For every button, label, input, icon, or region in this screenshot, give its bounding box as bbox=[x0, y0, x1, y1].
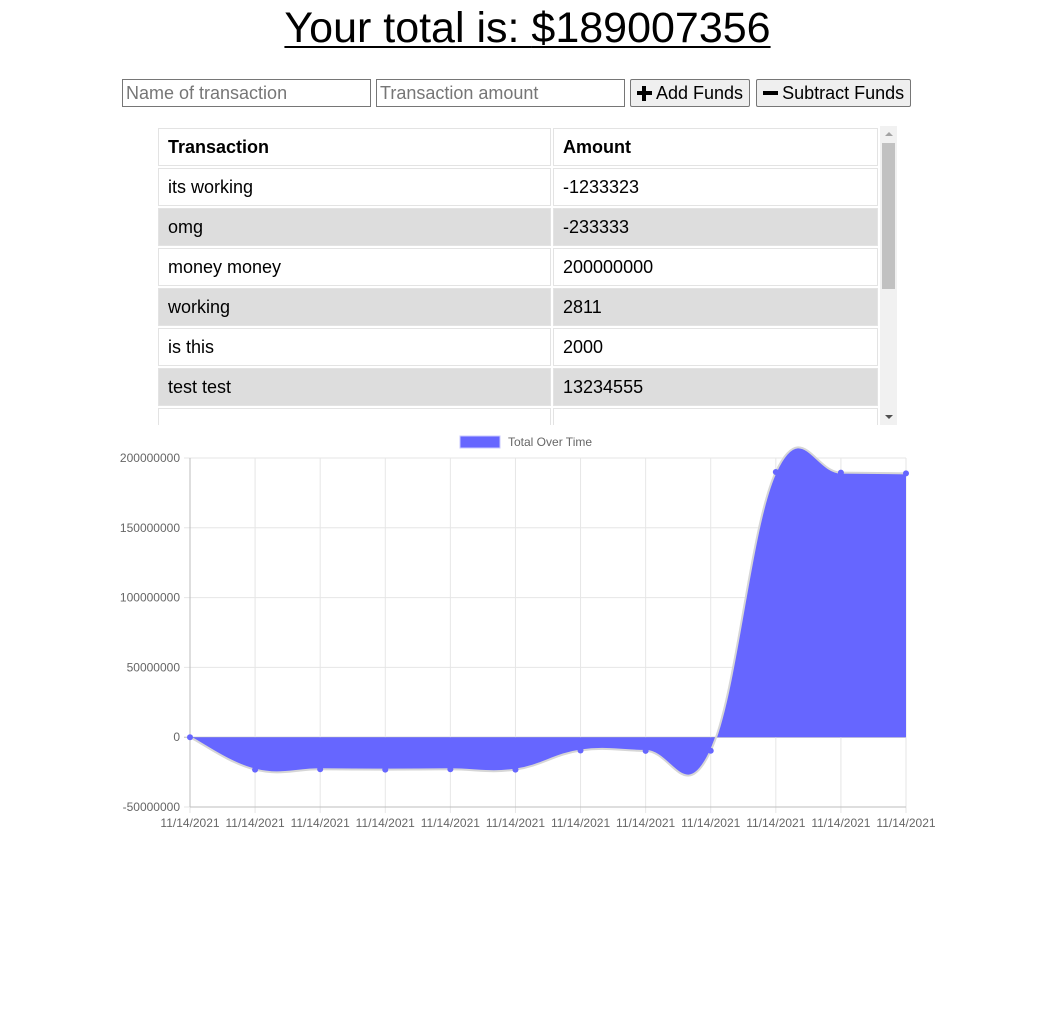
table-row: money money 200000000 bbox=[158, 248, 878, 286]
transaction-name-cell bbox=[158, 408, 551, 425]
total-prefix: Your total is: bbox=[284, 4, 532, 52]
plus-icon bbox=[637, 85, 652, 101]
x-tick-label: 11/14/2021 bbox=[421, 816, 480, 830]
y-tick-label: 150000000 bbox=[120, 521, 180, 535]
x-tick-label: 11/14/2021 bbox=[486, 816, 545, 830]
data-point bbox=[317, 766, 324, 773]
transaction-amount-cell bbox=[553, 408, 878, 425]
transaction-name-cell: test test bbox=[158, 368, 551, 406]
transactions-table-container[interactable]: Transaction Amount its working -1233323 o… bbox=[156, 126, 897, 425]
transaction-amount-cell: 2811 bbox=[553, 288, 878, 326]
x-tick-label: 11/14/2021 bbox=[746, 816, 805, 830]
x-tick-label: 11/14/2021 bbox=[291, 816, 350, 830]
transaction-name-cell: money money bbox=[158, 248, 551, 286]
minus-icon bbox=[763, 86, 779, 101]
transactions-table: Transaction Amount its working -1233323 o… bbox=[156, 126, 880, 425]
transaction-name-cell: omg bbox=[158, 208, 551, 246]
data-point bbox=[512, 766, 519, 773]
table-row bbox=[158, 408, 878, 425]
table-row: omg -233333 bbox=[158, 208, 878, 246]
legend-swatch bbox=[459, 435, 501, 449]
transaction-name-cell: is this bbox=[158, 328, 551, 366]
transaction-column-header: Transaction bbox=[158, 128, 551, 166]
table-header-row: Transaction Amount bbox=[158, 128, 878, 166]
series-area bbox=[190, 447, 906, 776]
transaction-amount-input[interactable] bbox=[376, 79, 625, 107]
table-row: is this 2000 bbox=[158, 328, 878, 366]
scroll-down-arrow-icon[interactable] bbox=[885, 415, 893, 419]
data-point bbox=[382, 766, 389, 773]
add-funds-button[interactable]: Add Funds bbox=[630, 79, 751, 107]
data-point bbox=[252, 766, 259, 773]
x-tick-label: 11/14/2021 bbox=[551, 816, 610, 830]
transaction-amount-cell: -233333 bbox=[553, 208, 878, 246]
scroll-up-arrow-icon[interactable] bbox=[885, 132, 893, 136]
x-tick-label: 11/14/2021 bbox=[681, 816, 740, 830]
x-tick-label: 11/14/2021 bbox=[811, 816, 870, 830]
transaction-form: Add Funds Subtract Funds bbox=[122, 79, 917, 107]
y-tick-label: -50000000 bbox=[123, 800, 181, 814]
table-row: working 2811 bbox=[158, 288, 878, 326]
table-row: test test 13234555 bbox=[158, 368, 878, 406]
data-point bbox=[187, 734, 193, 741]
subtract-funds-button[interactable]: Subtract Funds bbox=[756, 79, 912, 107]
data-point bbox=[837, 469, 844, 476]
x-tick-label: 11/14/2021 bbox=[226, 816, 285, 830]
x-tick-label: 11/14/2021 bbox=[356, 816, 415, 830]
amount-column-header: Amount bbox=[553, 128, 878, 166]
y-tick-label: 200000000 bbox=[120, 451, 180, 465]
add-funds-label: Add Funds bbox=[656, 82, 744, 103]
data-point bbox=[577, 747, 584, 754]
transaction-amount-cell: -1233323 bbox=[553, 168, 878, 206]
data-point bbox=[642, 747, 649, 754]
transaction-name-input[interactable] bbox=[122, 79, 371, 107]
transaction-name-cell: its working bbox=[158, 168, 551, 206]
table-scrollbar[interactable] bbox=[880, 126, 897, 425]
data-point bbox=[707, 747, 714, 754]
x-tick-label: 11/14/2021 bbox=[616, 816, 675, 830]
transaction-name-cell: working bbox=[158, 288, 551, 326]
y-tick-label: 50000000 bbox=[127, 660, 181, 674]
budget-tracker-page: Your total is: $189007356 Add Funds Subt… bbox=[0, 0, 1055, 1021]
data-point bbox=[447, 766, 454, 773]
scrollbar-thumb[interactable] bbox=[882, 143, 895, 289]
transaction-amount-cell: 13234555 bbox=[553, 368, 878, 406]
x-tick-label: 11/14/2021 bbox=[876, 816, 935, 830]
legend-label: Total Over Time bbox=[508, 435, 592, 449]
total-heading: Your total is: $189007356 bbox=[0, 2, 1055, 54]
x-tick-label: 11/14/2021 bbox=[160, 816, 219, 830]
total-over-time-chart: 200000000 150000000 100000000 50000000 0 -500… bbox=[120, 435, 936, 830]
y-tick-label: 0 bbox=[173, 730, 180, 744]
subtract-funds-label: Subtract Funds bbox=[782, 82, 905, 103]
table-row: its working -1233323 bbox=[158, 168, 878, 206]
transaction-amount-cell: 200000000 bbox=[553, 248, 878, 286]
data-point bbox=[903, 470, 909, 477]
transaction-amount-cell: 2000 bbox=[553, 328, 878, 366]
data-point bbox=[772, 468, 779, 475]
total-value: $189007356 bbox=[531, 4, 771, 52]
y-tick-label: 100000000 bbox=[120, 591, 180, 605]
